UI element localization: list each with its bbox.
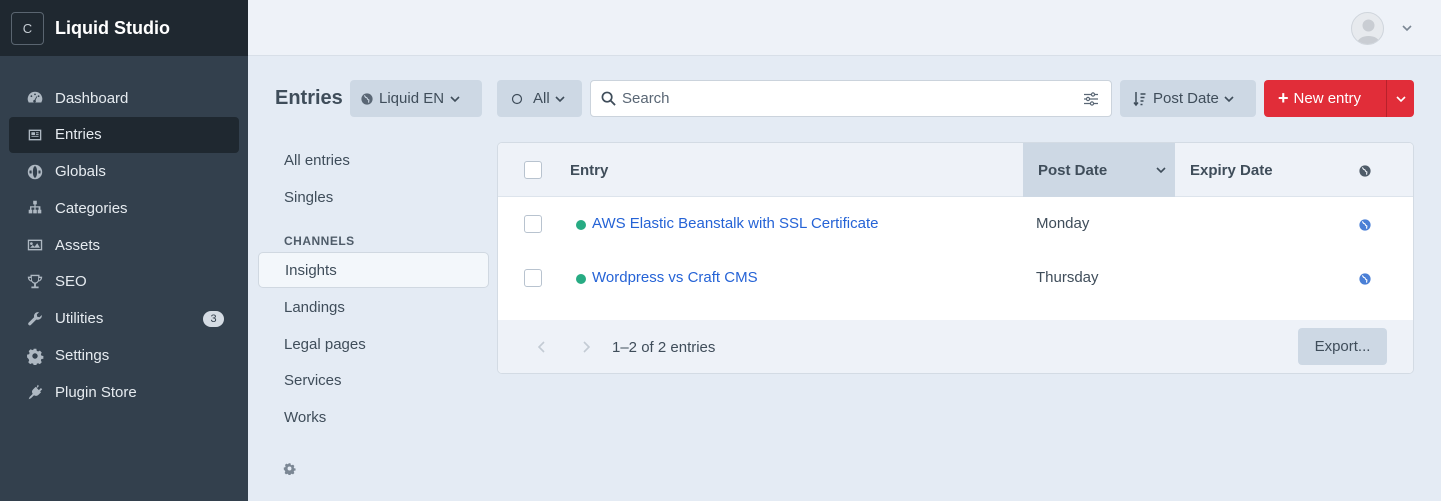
new-entry-button-group: + New entry bbox=[1264, 80, 1414, 117]
sidebar-item-label: Plugin Store bbox=[55, 383, 137, 401]
globe-icon bbox=[1359, 165, 1371, 177]
globe-icon bbox=[1359, 219, 1371, 231]
column-expiry-date[interactable]: Expiry Date bbox=[1190, 143, 1273, 197]
entry-post-date: Thursday bbox=[1036, 269, 1099, 286]
status-live-indicator bbox=[576, 220, 586, 230]
sidebar-item-label: Assets bbox=[55, 236, 101, 254]
new-entry-label: New entry bbox=[1293, 90, 1362, 107]
entry-title-link[interactable]: AWS Elastic Beanstalk with SSL Certifica… bbox=[592, 215, 879, 232]
sidebar-item-categories[interactable]: Categories bbox=[9, 190, 239, 226]
globe-icon bbox=[361, 92, 373, 105]
table-row[interactable]: AWS Elastic Beanstalk with SSL Certifica… bbox=[498, 197, 1413, 251]
column-post-date-label: Post Date bbox=[1038, 161, 1108, 179]
site-logo[interactable]: C bbox=[11, 11, 44, 45]
filter-sliders-icon[interactable] bbox=[1083, 91, 1099, 107]
sidebar-item-seo[interactable]: SEO bbox=[9, 264, 239, 300]
column-post-date[interactable]: Post Date bbox=[1023, 143, 1175, 197]
plus-icon: + bbox=[1278, 88, 1289, 108]
sidebar-item-plugin-store[interactable]: Plugin Store bbox=[9, 374, 239, 410]
circle-outline-icon bbox=[511, 93, 523, 104]
source-services[interactable]: Services bbox=[258, 362, 489, 398]
sort-icon bbox=[1133, 91, 1146, 106]
user-avatar-icon[interactable] bbox=[1351, 12, 1384, 45]
export-button[interactable]: Export... bbox=[1298, 328, 1387, 365]
sidebar-item-entries[interactable]: Entries bbox=[9, 116, 239, 153]
globe-icon bbox=[1359, 273, 1371, 285]
site-name[interactable]: Liquid Studio bbox=[55, 18, 170, 39]
select-all-checkbox[interactable] bbox=[524, 161, 542, 179]
table-header: Entry Post Date Expiry Date bbox=[498, 143, 1413, 197]
chevron-down-icon bbox=[1156, 167, 1166, 174]
source-singles[interactable]: Singles bbox=[258, 179, 489, 215]
source-landings[interactable]: Landings bbox=[258, 289, 489, 325]
chevron-right-icon[interactable] bbox=[580, 340, 592, 354]
sidebar-item-label: Globals bbox=[55, 163, 106, 181]
chevron-down-icon bbox=[555, 95, 565, 102]
entries-count: 1–2 of 2 entries bbox=[612, 339, 716, 356]
sidebar-item-globals[interactable]: Globals bbox=[9, 154, 239, 190]
page-title: Entries bbox=[275, 87, 343, 109]
status-live-indicator bbox=[576, 274, 586, 284]
sidebar-item-label: Categories bbox=[55, 199, 128, 217]
channels-heading: CHANNELS bbox=[284, 234, 355, 248]
sort-menu-button[interactable]: Post Date bbox=[1120, 80, 1256, 117]
entries-table: Entry Post Date Expiry Date AWS Elastic … bbox=[497, 142, 1414, 374]
status-menu-label: All bbox=[533, 90, 550, 107]
table-row[interactable]: Wordpress vs Craft CMS Thursday bbox=[498, 251, 1413, 305]
globe-icon bbox=[25, 162, 45, 182]
gauge-icon bbox=[25, 88, 45, 108]
sidebar-header: C Liquid Studio bbox=[0, 0, 248, 56]
sidebar-item-label: SEO bbox=[55, 273, 87, 291]
sidebar-item-assets[interactable]: Assets bbox=[9, 227, 239, 263]
sidebar-nav: Dashboard Entries Globals Categories Ass… bbox=[0, 56, 248, 410]
chevron-left-icon[interactable] bbox=[536, 340, 548, 354]
sidebar-item-dashboard[interactable]: Dashboard bbox=[9, 80, 239, 116]
column-entry[interactable]: Entry bbox=[570, 143, 608, 197]
image-icon bbox=[25, 235, 45, 255]
sidebar-item-utilities[interactable]: Utilities 3 bbox=[9, 301, 239, 337]
gear-icon[interactable] bbox=[283, 462, 296, 475]
entry-post-date: Monday bbox=[1036, 215, 1090, 232]
sidebar: C Liquid Studio Dashboard Entries Global… bbox=[0, 0, 248, 501]
utilities-badge: 3 bbox=[203, 310, 224, 327]
search-box[interactable] bbox=[590, 80, 1112, 117]
site-menu-button[interactable]: Liquid EN bbox=[350, 80, 482, 117]
sidebar-item-label: Dashboard bbox=[55, 89, 129, 107]
new-entry-button[interactable]: + New entry bbox=[1264, 80, 1387, 117]
top-header bbox=[248, 0, 1441, 56]
chevron-down-icon bbox=[1395, 95, 1406, 102]
row-checkbox[interactable] bbox=[524, 269, 542, 287]
sidebar-item-settings[interactable]: Settings bbox=[9, 338, 239, 374]
source-legal-pages[interactable]: Legal pages bbox=[258, 326, 489, 362]
chevron-down-icon bbox=[1224, 95, 1234, 102]
source-all-entries[interactable]: All entries bbox=[258, 142, 489, 178]
chevron-down-icon[interactable] bbox=[1401, 22, 1413, 34]
sitemap-icon bbox=[25, 198, 45, 218]
site-menu-label: Liquid EN bbox=[379, 90, 445, 107]
entry-title-link[interactable]: Wordpress vs Craft CMS bbox=[592, 269, 758, 286]
new-entry-menu-button[interactable] bbox=[1387, 80, 1414, 117]
search-input[interactable] bbox=[622, 90, 1062, 107]
wrench-icon bbox=[25, 309, 45, 329]
sidebar-item-label: Utilities bbox=[55, 310, 104, 328]
plug-icon bbox=[25, 382, 45, 402]
chevron-down-icon bbox=[450, 95, 460, 102]
newspaper-icon bbox=[25, 125, 45, 145]
sort-menu-label: Post Date bbox=[1153, 90, 1219, 107]
search-icon bbox=[601, 91, 616, 106]
gear-icon bbox=[25, 346, 45, 366]
sidebar-item-label: Settings bbox=[55, 347, 110, 365]
trophy-icon bbox=[25, 272, 45, 292]
sidebar-item-label: Entries bbox=[55, 126, 102, 144]
status-menu-button[interactable]: All bbox=[497, 80, 582, 117]
row-checkbox[interactable] bbox=[524, 215, 542, 233]
source-insights[interactable]: Insights bbox=[258, 252, 489, 288]
source-works[interactable]: Works bbox=[258, 399, 489, 435]
